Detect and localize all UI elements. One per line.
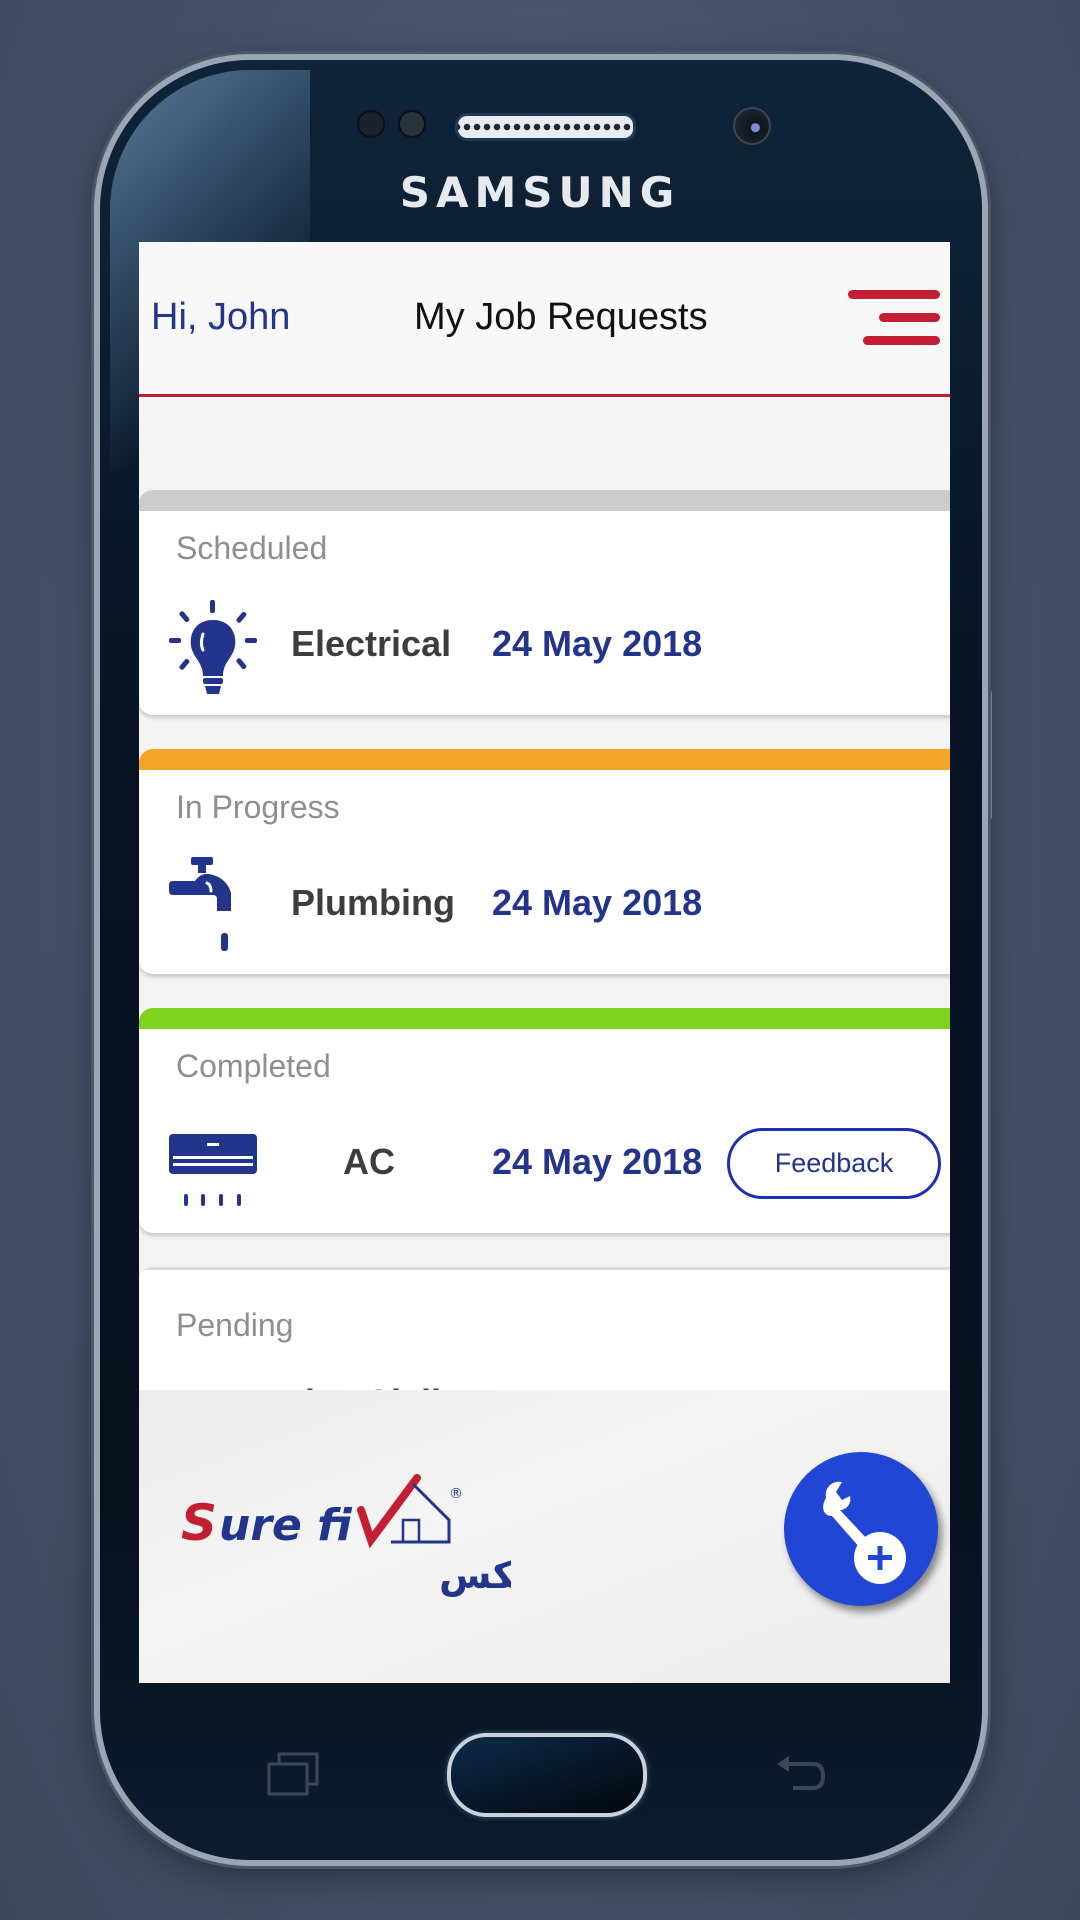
front-camera [733, 107, 771, 145]
status-bar [139, 490, 950, 511]
service-name: Electrical [291, 623, 452, 664]
app-header: Hi, John My Job Requests [139, 242, 950, 397]
faucet-icon [169, 857, 231, 951]
lightbulb-icon [169, 600, 257, 694]
job-date: 24 May 2018 [492, 623, 703, 664]
user-greeting: Hi, John [151, 296, 291, 338]
job-status: In Progress [176, 789, 340, 825]
side-button-right [984, 690, 992, 820]
hamburger-menu-icon[interactable] [845, 290, 940, 350]
surefix-logo: S ure fi ® شوور فيكس [181, 1474, 511, 1598]
service-name: AC [343, 1141, 395, 1182]
status-bar [139, 749, 950, 770]
light-sensor [398, 110, 426, 138]
svg-text:®: ® [449, 1486, 463, 1502]
proximity-sensor [357, 110, 385, 138]
device-brand-logo: SAMSUNG [399, 168, 681, 217]
footer-bar: S ure fi ® شوور فيكس [139, 1390, 950, 1683]
job-status: Scheduled [176, 530, 328, 566]
svg-text:S: S [181, 1494, 217, 1552]
job-card-completed[interactable]: Completed AC 24 May 2018 Feedback [139, 1008, 950, 1233]
status-bar [139, 1267, 950, 1288]
earpiece-speaker [455, 113, 636, 141]
svg-text:شوور فيكس: شوور فيكس [439, 1553, 511, 1598]
service-name: Plumbing [291, 882, 455, 923]
power-key-left [92, 495, 100, 610]
home-button[interactable] [447, 1733, 647, 1817]
feedback-button[interactable]: Feedback [727, 1128, 941, 1199]
svg-text:ure fi: ure fi [219, 1500, 353, 1551]
job-date: 24 May 2018 [492, 882, 703, 923]
recent-apps-icon[interactable] [265, 1750, 321, 1798]
status-bar [139, 1008, 950, 1029]
back-icon[interactable] [773, 1752, 829, 1800]
page-title: My Job Requests [414, 296, 708, 338]
app-screen: Hi, John My Job Requests Scheduled Elect… [139, 242, 950, 1683]
add-service-wrench-icon[interactable] [784, 1452, 938, 1606]
job-request-list: Scheduled Electrical 24 May 2018 In Prog… [139, 397, 950, 1492]
job-card-scheduled[interactable]: Scheduled Electrical 24 May 2018 [139, 490, 950, 715]
job-status: Pending [176, 1307, 294, 1343]
job-status: Completed [176, 1048, 331, 1084]
job-card-in-progress[interactable]: In Progress Plumbing 24 May 2018 [139, 749, 950, 974]
job-date: 24 May 2018 [492, 1141, 703, 1182]
volume-button [92, 310, 100, 425]
air-conditioner-icon [169, 1134, 257, 1206]
